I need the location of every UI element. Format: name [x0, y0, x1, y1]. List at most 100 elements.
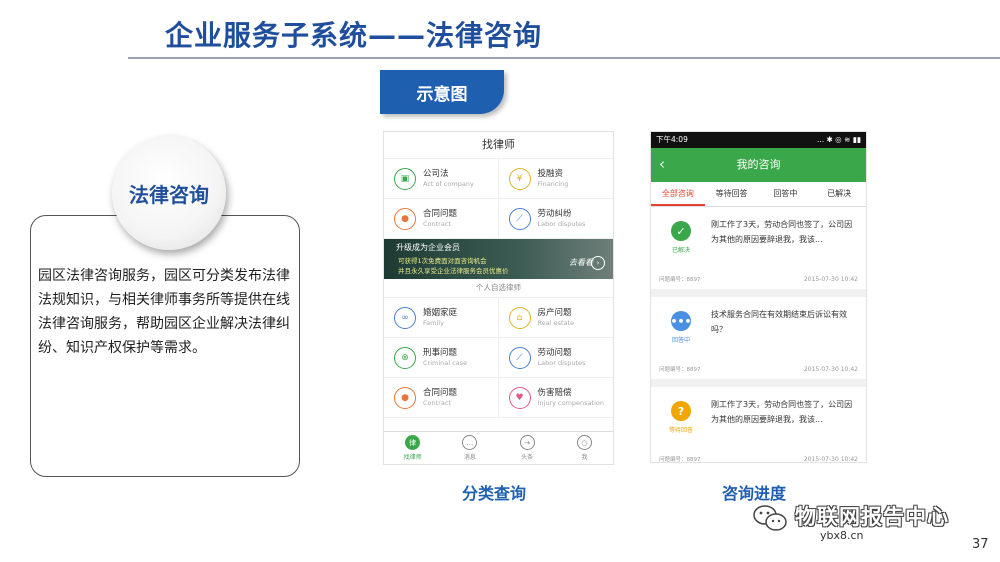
category-text: 伤害赔偿 Injury compensation	[538, 388, 605, 408]
section-label: 个人自选律师	[384, 279, 613, 298]
question-id: 问题编号：8897	[659, 277, 701, 283]
consult-tabs: 全部咨询 等待回答 回答中 已解决	[651, 182, 866, 207]
category-en: Act of company	[423, 179, 474, 188]
watermark-url: ybx8.cn	[820, 529, 864, 542]
rings-icon: ∞	[394, 306, 416, 329]
nav-item[interactable]: → 头条	[499, 432, 556, 464]
handcuffs-icon: ⊗	[394, 346, 416, 369]
category-en: Financing	[537, 179, 569, 188]
status-icon: ✓	[671, 221, 691, 241]
app-bar-title: 我的咨询	[736, 158, 781, 171]
question-id: 问题编号：8897	[659, 457, 701, 463]
page-number: 37	[972, 537, 989, 552]
category-person[interactable]: ● 合同问题 Contract	[384, 199, 499, 239]
legal-consult-circle: 法律咨询	[112, 136, 226, 250]
category-text: 公司法 Act of company	[423, 169, 474, 189]
nav-icon: ○	[576, 435, 592, 450]
category-text: 劳动纠纷 Labor disputes	[538, 209, 586, 229]
back-arrow-icon[interactable]: ‹	[659, 155, 665, 173]
category-handshake[interactable]: ⟋ 劳动问题 Labor disputes	[498, 338, 613, 378]
category-en: Labor disputes	[537, 219, 586, 228]
banner-title: 升级成为企业会员	[396, 243, 460, 252]
nav-item[interactable]: … 消息	[441, 432, 498, 464]
category-text: 合同问题 Contract	[423, 388, 457, 408]
category-rings[interactable]: ∞ 婚姻家庭 Family	[384, 298, 499, 338]
category-handshake[interactable]: ⟋ 劳动纠纷 Labor disputes	[498, 199, 613, 239]
diagram-badge: 示意图	[380, 70, 504, 114]
category-grid-top: ▣ 公司法 Act of company ¥ 投融资 Financing ● 合同问题 Cont…	[384, 159, 613, 239]
nav-label: 消息	[463, 454, 476, 461]
nav-item[interactable]: 律找律师	[384, 432, 441, 464]
nav-icon: 律	[405, 435, 421, 450]
category-en: Contract	[423, 219, 451, 228]
house-icon: ⌂	[508, 306, 531, 329]
status-label: 等待回答	[668, 427, 693, 434]
description-text: 园区法律咨询服务，园区可分类发布法律法规知识，与相关律师事务所等提供在线法律咨询…	[38, 268, 290, 356]
consult-tab[interactable]: 等待回答	[705, 182, 759, 206]
handshake-icon: ⟋	[508, 207, 531, 230]
question-text: 技术服务合同在有效期结束后诉讼有效吗？	[711, 310, 847, 334]
banner-cta[interactable]: 去看看	[569, 257, 593, 268]
status-time: 下午4:09	[656, 135, 688, 144]
consult-tab[interactable]: 全部咨询	[651, 182, 705, 206]
category-en: Contract	[423, 398, 451, 407]
question-text: 刚工作了3天，劳动合同也签了，公司因为其他的原因要辞退我，我该...	[711, 220, 853, 244]
consult-tab[interactable]: 已解决	[812, 182, 866, 206]
category-name: 劳动问题	[537, 347, 572, 358]
find-lawyer-screen: 找律师 ▣ 公司法 Act of company ¥ 投融资 Financing ● 合同问题…	[383, 131, 614, 465]
nav-item[interactable]: ○ 我	[556, 432, 613, 464]
category-name: 合同问题	[423, 208, 458, 219]
category-name: 房产问题	[537, 307, 572, 318]
question-text: 刚工作了3天，劳动合同也签了，公司因为其他的原因要辞退我，我该...	[711, 400, 853, 424]
status-icons: ... ✱ ◎ ≋ ▮▮	[816, 135, 861, 144]
category-name: 投融资	[537, 168, 564, 179]
yen-icon: ¥	[508, 167, 531, 190]
banner-line: 并且永久享受企业法律服务会员优惠价	[398, 267, 509, 275]
membership-banner[interactable]: 升级成为企业会员 可获得1次免费面对面咨询机会 并且永久享受企业法律服务会员优惠…	[384, 239, 613, 279]
app-bar: ‹ 我的咨询	[651, 148, 866, 182]
category-name: 婚姻家庭	[423, 307, 458, 318]
person-icon: ●	[394, 386, 416, 409]
screen-title: 找律师	[384, 132, 613, 159]
category-en: Family	[423, 318, 444, 327]
status-icon: •••	[670, 311, 692, 331]
status-label: 回答中	[671, 337, 690, 344]
watermark-text: 物联网报告中心	[795, 505, 949, 529]
slide-title: 企业服务子系统——法律咨询	[165, 19, 543, 52]
category-en: Real estate	[537, 318, 575, 327]
category-grid-bottom: ∞ 婚姻家庭 Family ⌂ 房产问题 Real estate ⊗ 刑事问题 Criminal…	[384, 298, 613, 418]
question-id: 问题编号：8897	[659, 367, 701, 373]
bottom-nav: 律找律师 … 消息 → 头条 ○ 我	[384, 431, 613, 464]
category-heart[interactable]: ♥ 伤害赔偿 Injury compensation	[498, 378, 613, 418]
consult-tab[interactable]: 回答中	[759, 182, 813, 206]
consult-item[interactable]: ? 等待回答问题编号：8897 刚工作了3天，劳动合同也签了，公司因为其他的原因要辞…	[651, 387, 866, 463]
status-bar: 下午4:09 ... ✱ ◎ ≋ ▮▮	[651, 132, 866, 148]
briefcase-icon: ▣	[394, 167, 416, 190]
category-handcuffs[interactable]: ⊗ 刑事问题 Criminal case	[384, 338, 499, 378]
category-text: 刑事问题 Criminal case	[423, 348, 467, 368]
category-person[interactable]: ● 合同问题 Contract	[384, 378, 499, 418]
nav-icon: →	[519, 435, 535, 450]
question-time: 2015-07-30 10:42	[803, 456, 858, 463]
title-divider	[128, 57, 1000, 59]
category-name: 伤害赔偿	[537, 387, 572, 398]
status-icon: ?	[671, 401, 691, 421]
arrow-right-icon[interactable]: ›	[591, 256, 605, 270]
question-time: 2015-07-30 10:42	[803, 366, 858, 373]
consult-item[interactable]: ••• 回答中问题编号：8897 技术服务合同在有效期结束后诉讼有效吗？ 2015-0…	[651, 297, 866, 379]
category-text: 投融资 Financing	[538, 169, 569, 189]
status-label: 已解决	[671, 247, 690, 254]
question-time: 2015-07-30 10:42	[803, 276, 858, 283]
consult-list: ✓ 已解决问题编号：8897 刚工作了3天，劳动合同也签了，公司因为其他的原因要辞退…	[651, 207, 866, 463]
heart-icon: ♥	[508, 386, 531, 409]
my-consult-screen: 下午4:09 ... ✱ ◎ ≋ ▮▮ ‹ 我的咨询 全部咨询 等待回答 回答中 已解…	[650, 131, 867, 463]
consult-item[interactable]: ✓ 已解决问题编号：8897 刚工作了3天，劳动合同也签了，公司因为其他的原因要辞退…	[651, 207, 866, 289]
category-house[interactable]: ⌂ 房产问题 Real estate	[498, 298, 613, 338]
banner-line: 可获得1次免费面对面咨询机会	[398, 257, 487, 265]
nav-label: 头条	[521, 454, 534, 461]
nav-icon: …	[462, 435, 478, 450]
category-text: 婚姻家庭 Family	[423, 308, 457, 328]
category-name: 公司法	[423, 168, 449, 179]
category-briefcase[interactable]: ▣ 公司法 Act of company	[384, 159, 499, 199]
category-yen[interactable]: ¥ 投融资 Financing	[498, 159, 613, 199]
